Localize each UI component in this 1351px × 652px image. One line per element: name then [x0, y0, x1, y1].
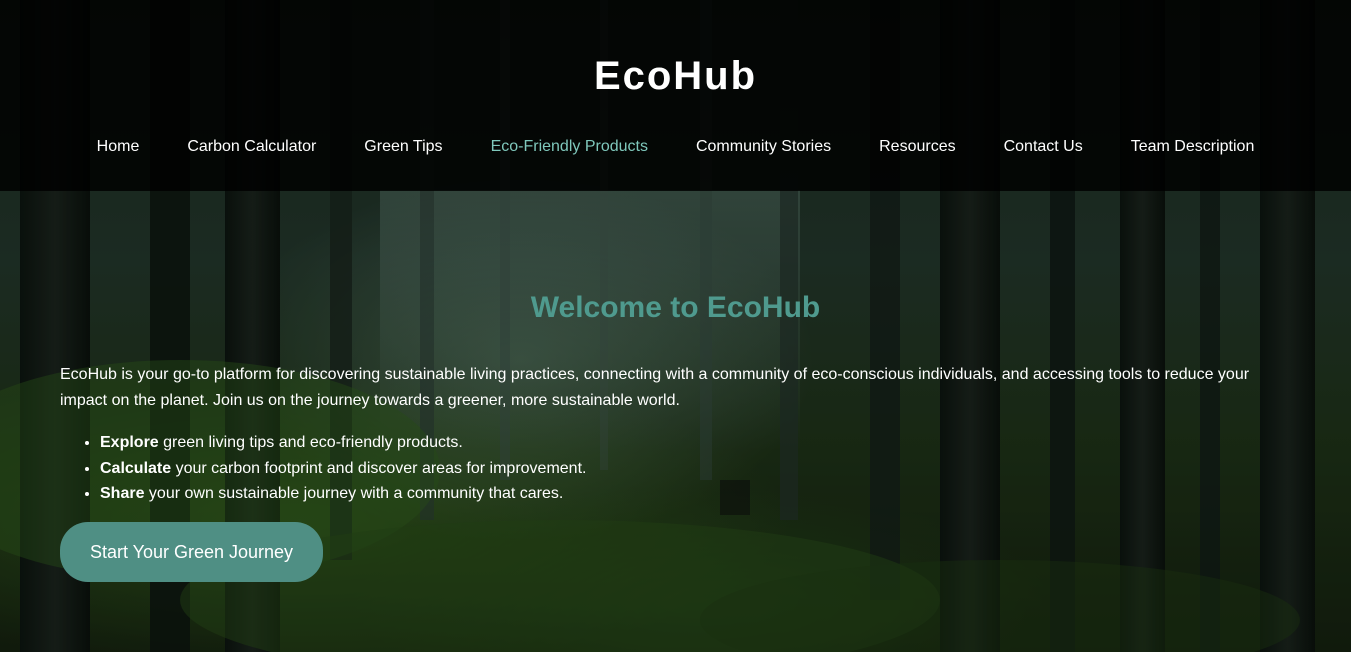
site-header: EcoHub Home Carbon Calculator Green Tips… [0, 0, 1351, 191]
feature-item-share: Share your own sustainable journey with … [100, 481, 1291, 507]
nav-item-carbon-calculator[interactable]: Carbon Calculator [187, 136, 316, 158]
nav-item-contact-us[interactable]: Contact Us [1004, 136, 1083, 158]
nav-item-home[interactable]: Home [97, 136, 140, 158]
feature-text: your own sustainable journey with a comm… [144, 485, 564, 502]
feature-list: Explore green living tips and eco-friend… [60, 430, 1291, 507]
feature-keyword: Share [100, 485, 145, 502]
hero-intro: EcoHub is your go-to platform for discov… [60, 366, 1250, 409]
feature-keyword: Explore [100, 434, 159, 451]
nav-item-community-stories[interactable]: Community Stories [696, 136, 831, 158]
start-green-journey-button[interactable]: Start Your Green Journey [60, 522, 323, 582]
feature-item-explore: Explore green living tips and eco-friend… [100, 430, 1291, 456]
nav-item-green-tips[interactable]: Green Tips [364, 136, 442, 158]
nav-item-eco-friendly-products[interactable]: Eco-Friendly Products [491, 136, 648, 158]
main-nav: Home Carbon Calculator Green Tips Eco-Fr… [0, 136, 1351, 158]
feature-item-calculate: Calculate your carbon footprint and disc… [100, 456, 1291, 482]
hero-title: Welcome to EcoHub [530, 291, 821, 324]
nav-item-resources[interactable]: Resources [879, 136, 955, 158]
nav-item-team-description[interactable]: Team Description [1131, 136, 1255, 158]
site-logo[interactable]: EcoHub [0, 54, 1351, 99]
feature-text: your carbon footprint and discover areas… [171, 459, 587, 477]
feature-keyword: Calculate [100, 459, 172, 477]
feature-text: green living tips and eco-friendly produ… [158, 434, 463, 451]
hero-section: Welcome to EcoHub EcoHub is your go-to p… [60, 288, 1291, 507]
